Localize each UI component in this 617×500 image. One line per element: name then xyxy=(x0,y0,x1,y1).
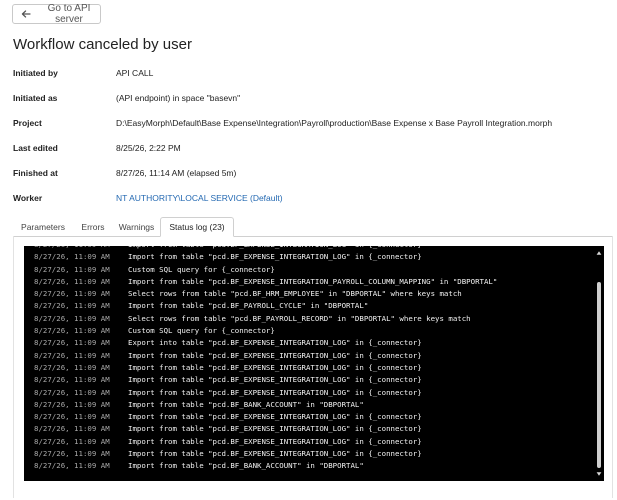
log-timestamp: 8/27/26, 11:09 AM xyxy=(34,252,110,262)
tab-warnings[interactable]: Warnings xyxy=(113,217,160,237)
detail-value: D:\EasyMorph\Default\Base Expense\Integr… xyxy=(116,118,553,128)
detail-row-initiated-by: Initiated by API CALL xyxy=(13,68,603,82)
tab-errors[interactable]: Errors xyxy=(73,217,113,237)
log-timestamp: 8/27/26, 11:09 AM xyxy=(34,449,110,459)
log-scrollbar[interactable] xyxy=(596,250,602,477)
log-timestamp: 8/27/26, 11:09 AM xyxy=(34,289,110,299)
detail-row-initiated-as: Initiated as (API endpoint) in space "ba… xyxy=(13,93,603,107)
detail-value: 8/27/26, 11:14 AM (elapsed 5m) xyxy=(116,168,237,178)
detail-value: (API endpoint) in space "basevn" xyxy=(116,93,241,103)
detail-row-finished-at: Finished at 8/27/26, 11:14 AM (elapsed 5… xyxy=(13,168,603,182)
log-message: Import from table "pcd.BF_EXPENSE_INTEGR… xyxy=(128,252,422,262)
log-entry: 8/27/26, 11:09 AM Select rows from table … xyxy=(24,288,594,300)
detail-row-worker: Worker NT AUTHORITY\LOCAL SERVICE (Defau… xyxy=(13,193,603,207)
log-timestamp: 8/27/26, 11:09 AM xyxy=(34,412,110,422)
log-message: Import from table "pcd.BF_EXPENSE_INTEGR… xyxy=(128,362,422,372)
go-to-api-server-button[interactable]: Go to API server xyxy=(12,3,101,25)
detail-row-last-edited: Last edited 8/25/26, 2:22 PM xyxy=(13,143,603,157)
log-entry: 8/27/26, 11:09 AM Import from table "pcd.… xyxy=(24,387,594,399)
log-message: Import from table "pcd.BF_EXPENSE_INTEGR… xyxy=(128,424,422,434)
detail-label: Initiated by xyxy=(13,68,58,78)
page-title: Workflow canceled by user xyxy=(13,36,192,53)
detail-label: Last edited xyxy=(13,143,58,153)
tab-parameters[interactable]: Parameters xyxy=(13,217,73,237)
tab-status-log[interactable]: Status log (23) xyxy=(160,217,234,237)
log-entry: 8/27/26, 11:09 AM Export into table "pcd.… xyxy=(24,337,594,349)
log-timestamp: 8/27/26, 11:09 AM xyxy=(34,301,110,311)
status-log-console[interactable]: 8/27/26, 11:09 AM Import from table "pcd.… xyxy=(24,246,604,481)
log-entry: 8/27/26, 11:09 AM Import from table "pcd.… xyxy=(24,350,594,362)
log-timestamp: 8/27/26, 11:09 AM xyxy=(34,375,110,385)
log-message: Import from table "pcd.BF_EXPENSE_INTEGR… xyxy=(128,412,422,422)
log-message: Select rows from table "pcd.BF_HRM_EMPLO… xyxy=(128,289,462,299)
detail-value: API CALL xyxy=(116,68,154,78)
status-log-lines: 8/27/26, 11:09 AM Import from table "pcd.… xyxy=(24,246,594,473)
log-timestamp: 8/27/26, 11:09 AM xyxy=(34,264,110,274)
log-entry: 8/27/26, 11:09 AM Import from table "pcd.… xyxy=(24,423,594,435)
log-message: Import from table "pcd.BF_EXPENSE_INTEGR… xyxy=(128,387,422,397)
log-entry: 8/27/26, 11:09 AM Import from table "pcd.… xyxy=(24,411,594,423)
log-entry: 8/27/26, 11:09 AM Import from table "pcd.… xyxy=(24,374,594,386)
triangle-down-icon[interactable] xyxy=(596,471,602,477)
log-timestamp: 8/27/26, 11:09 AM xyxy=(34,399,110,409)
scroll-thumb[interactable] xyxy=(597,282,601,468)
go-to-api-server-label: Go to API server xyxy=(47,3,91,25)
log-message: Custom SQL query for {_connector} xyxy=(128,326,275,336)
log-entry: 8/27/26, 11:09 AM Import from table "pcd.… xyxy=(24,276,594,288)
log-message: Import from table "pcd.BF_EXPENSE_INTEGR… xyxy=(128,449,422,459)
worker-link[interactable]: NT AUTHORITY\LOCAL SERVICE (Default) xyxy=(116,193,283,203)
log-entry: 8/27/26, 11:09 AM Select rows from table … xyxy=(24,313,594,325)
log-message: Import from table "pcd.BF_EXPENSE_INTEGR… xyxy=(128,375,422,385)
log-entry: 8/27/26, 11:09 AM Import from table "pcd.… xyxy=(24,448,594,460)
log-entry: 8/27/26, 11:09 AM Import from table "pcd.… xyxy=(24,251,594,263)
detail-label: Project xyxy=(13,118,42,128)
log-timestamp: 8/27/26, 11:09 AM xyxy=(34,362,110,372)
log-message: Import from table "pcd.BF_BANK_ACCOUNT" … xyxy=(128,461,364,471)
detail-label: Worker xyxy=(13,193,43,203)
log-entry: 8/27/26, 11:09 AM Custom SQL query for {_… xyxy=(24,325,594,337)
log-timestamp: 8/27/26, 11:09 AM xyxy=(34,276,110,286)
detail-label: Finished at xyxy=(13,168,58,178)
tab-bar: Parameters Errors Warnings Status log (2… xyxy=(13,217,613,237)
triangle-up-icon[interactable] xyxy=(596,250,602,256)
log-timestamp: 8/27/26, 11:09 AM xyxy=(34,338,110,348)
log-entry: 8/27/26, 11:09 AM Import from table "pcd.… xyxy=(24,362,594,374)
detail-label: Initiated as xyxy=(13,93,58,103)
log-timestamp: 8/27/26, 11:09 AM xyxy=(34,387,110,397)
log-timestamp: 8/27/26, 11:09 AM xyxy=(34,350,110,360)
log-timestamp: 8/27/26, 11:09 AM xyxy=(34,313,110,323)
log-entry: 8/27/26, 11:09 AM Import from table "pcd.… xyxy=(24,436,594,448)
log-timestamp: 8/27/26, 11:09 AM xyxy=(34,461,110,471)
log-message: Custom SQL query for {_connector} xyxy=(128,264,275,274)
log-message: Import from table "pcd.BF_EXPENSE_INTEGR… xyxy=(128,350,422,360)
log-message: Import from table "pcd.BF_PAYROLL_CYCLE"… xyxy=(128,301,369,311)
log-message: Import from table "pcd.BF_EXPENSE_INTEGR… xyxy=(128,276,498,286)
log-message: Import from table "pcd.BF_BANK_ACCOUNT" … xyxy=(128,399,364,409)
log-timestamp: 8/27/26, 11:09 AM xyxy=(34,436,110,446)
log-timestamp: 8/27/26, 11:09 AM xyxy=(34,424,110,434)
log-timestamp: 8/27/26, 11:09 AM xyxy=(34,326,110,336)
log-message: Import from table "pcd.BF_EXPENSE_INTEGR… xyxy=(128,436,422,446)
log-entry: 8/27/26, 11:09 AM Import from table "pcd.… xyxy=(24,399,594,411)
arrow-left-icon xyxy=(21,9,31,19)
log-message: Select rows from table "pcd.BF_PAYROLL_R… xyxy=(128,313,471,323)
log-message: Export into table "pcd.BF_EXPENSE_INTEGR… xyxy=(128,338,422,348)
log-entry: 8/27/26, 11:09 AM Import from table "pcd.… xyxy=(24,460,594,472)
log-entry: 8/27/26, 11:09 AM Import from table "pcd.… xyxy=(24,300,594,312)
detail-value: 8/25/26, 2:22 PM xyxy=(116,143,181,153)
detail-row-project: Project D:\EasyMorph\Default\Base Expens… xyxy=(13,118,603,132)
log-entry: 8/27/26, 11:09 AM Custom SQL query for {_… xyxy=(24,264,594,276)
